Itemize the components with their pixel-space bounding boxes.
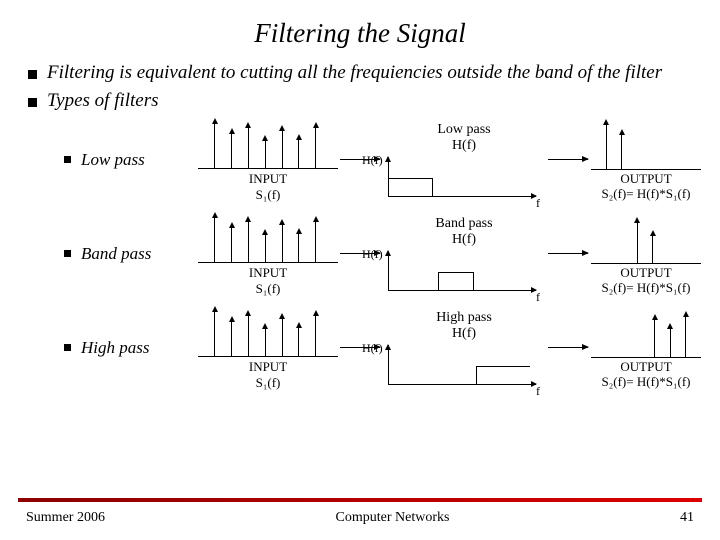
lowpass-filter-box: Low passH(f) H(f) f xyxy=(382,122,546,197)
input-symbol: S₁(f) xyxy=(256,375,281,390)
bullet-2: Types of filters xyxy=(28,89,702,113)
input-symbol: S₁(f) xyxy=(256,187,281,202)
filter-row-lowpass: Low pass INPUTS₁(f) Low passH(f) H(f) xyxy=(28,117,702,203)
filter-title-a: Low pass xyxy=(437,122,490,137)
bandpass-filter-box: Band passH(f) H(f) f xyxy=(382,216,546,291)
hf-axis-label: H(f) xyxy=(362,153,383,168)
filter-title-a: High pass xyxy=(436,310,492,325)
bullet-1: Filtering is equivalent to cutting all t… xyxy=(28,61,702,85)
lowpass-transfer-plot: H(f) f xyxy=(388,155,538,197)
input-label: INPUT xyxy=(249,171,287,186)
sub-bullet-label: High pass xyxy=(81,338,149,358)
input-spectrum-diagram xyxy=(198,211,338,263)
footer-center: Computer Networks xyxy=(336,510,450,526)
bullet-icon xyxy=(28,70,37,79)
input-label: INPUT xyxy=(249,265,287,280)
filter-title-b: H(f) xyxy=(452,232,476,247)
bullet-icon xyxy=(28,98,37,107)
filter-title-b: H(f) xyxy=(452,326,476,341)
footer-page-number: 41 xyxy=(680,510,694,526)
output-spectrum-highpass xyxy=(591,306,701,358)
hf-axis-label: H(f) xyxy=(362,247,383,262)
input-spectrum-diagram xyxy=(198,117,338,169)
filter-row-bandpass: Band pass INPUTS₁(f) Band passH(f) H(f) xyxy=(28,211,702,297)
highpass-filter-box: High passH(f) H(f) f xyxy=(382,310,546,385)
sub-bullet-label: Band pass xyxy=(81,244,151,264)
output-symbol: S₂(f)= H(f)*S₁(f) xyxy=(602,374,691,389)
output-symbol: S₂(f)= H(f)*S₁(f) xyxy=(602,186,691,201)
highpass-transfer-plot: H(f) f xyxy=(388,343,538,385)
sub-bullet-highpass: High pass xyxy=(64,338,198,358)
footer-accent-bar xyxy=(18,498,702,502)
bullet-icon xyxy=(64,156,71,163)
sub-bullet-bandpass: Band pass xyxy=(64,244,198,264)
bullet-2-text: Types of filters xyxy=(47,89,702,113)
input-symbol: S₁(f) xyxy=(256,281,281,296)
bullet-icon xyxy=(64,344,71,351)
hf-axis-label: H(f) xyxy=(362,341,383,356)
sub-bullet-label: Low pass xyxy=(81,150,145,170)
output-spectrum-bandpass xyxy=(591,212,701,264)
filter-row-highpass: High pass INPUTS₁(f) High passH(f) H(f) xyxy=(28,305,702,391)
output-label: OUTPUT xyxy=(620,171,671,186)
input-spectrum-diagram xyxy=(198,305,338,357)
filter-title-a: Band pass xyxy=(435,216,492,231)
arrow-icon xyxy=(548,347,588,348)
filter-title-b: H(f) xyxy=(452,138,476,153)
output-label: OUTPUT xyxy=(620,359,671,374)
arrow-icon xyxy=(548,253,588,254)
f-axis-label: f xyxy=(536,196,540,211)
footer-left: Summer 2006 xyxy=(26,510,105,526)
slide-footer: Summer 2006 Computer Networks 41 xyxy=(0,510,720,526)
slide-content: Filtering is equivalent to cutting all t… xyxy=(0,61,720,391)
sub-bullet-lowpass: Low pass xyxy=(64,150,198,170)
output-symbol: S₂(f)= H(f)*S₁(f) xyxy=(602,280,691,295)
output-label: OUTPUT xyxy=(620,265,671,280)
bullet-1-text: Filtering is equivalent to cutting all t… xyxy=(47,61,702,85)
f-axis-label: f xyxy=(536,290,540,305)
bandpass-transfer-plot: H(f) f xyxy=(388,249,538,291)
bullet-icon xyxy=(64,250,71,257)
f-axis-label: f xyxy=(536,384,540,399)
slide-title: Filtering the Signal xyxy=(0,0,720,61)
arrow-icon xyxy=(548,159,588,160)
input-label: INPUT xyxy=(249,359,287,374)
output-spectrum-lowpass xyxy=(591,118,701,170)
